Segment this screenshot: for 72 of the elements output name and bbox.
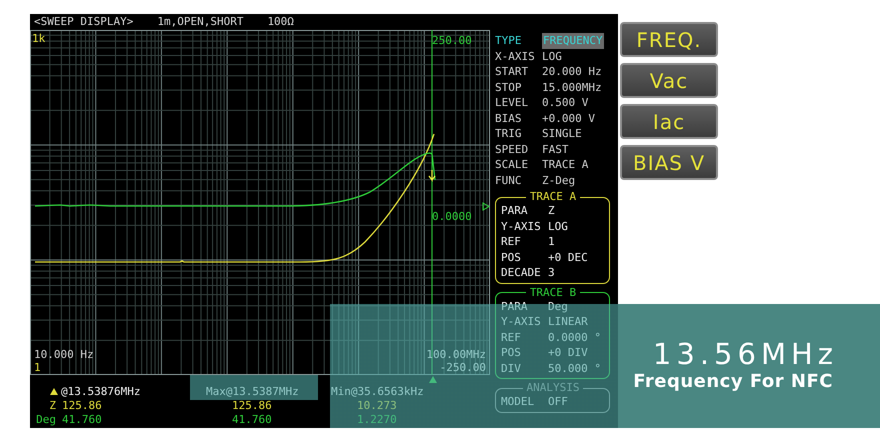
readout-value: 125.86 — [231, 398, 272, 414]
setting-value: FREQUENCY — [542, 33, 604, 48]
section-title: TRACE B — [528, 286, 578, 298]
setting-value: OFF — [548, 394, 568, 410]
setting-label: LEVEL — [495, 95, 530, 110]
setting-value: TRACE A — [542, 157, 588, 172]
range-label: 100Ω — [267, 14, 294, 30]
setting-value: FAST — [542, 142, 568, 157]
setting-label: POS — [501, 250, 522, 265]
setting-label: Y-AXIS — [501, 218, 542, 234]
setting-value: +0 DEC — [548, 250, 588, 265]
marker-frequency: Min@35.6563kHz — [331, 384, 424, 398]
setting-label: SCALE — [495, 157, 530, 172]
setting-label: REF — [501, 330, 522, 345]
section-title: ANALYSIS — [526, 382, 580, 394]
softkey-button[interactable]: FREQ. — [620, 22, 718, 57]
marker-frequency: @13.53876MHz — [61, 384, 140, 398]
trace-marker-label: 1 — [34, 361, 41, 374]
setting-value: 15.000MHz — [542, 80, 602, 95]
setting-value: LOG — [548, 218, 568, 234]
axis-min-label: -250.00 — [440, 361, 486, 374]
softkey-button[interactable]: BIAS V — [620, 145, 718, 180]
setting-label: MODEL — [501, 394, 536, 410]
marker-triangle-icon — [50, 388, 58, 395]
setting-value: Z-Deg — [542, 172, 576, 188]
setting-label: START — [495, 64, 530, 80]
readout-value: 41.760 — [61, 413, 102, 428]
correction-label: 1m,OPEN,SHORT — [157, 14, 244, 30]
setting-value: +0.000 V — [542, 110, 595, 126]
setting-label: DECADE — [501, 265, 542, 280]
setting-value: +0 DIV — [548, 345, 588, 360]
setting-label: Y-AXIS — [501, 314, 542, 330]
screen-title: <SWEEP DISPLAY> — [34, 14, 134, 30]
setting-label: STOP — [495, 80, 522, 95]
setting-label: DIV — [501, 360, 522, 376]
setting-label: TRIG — [495, 126, 522, 142]
setting-value: SINGLE — [542, 126, 582, 142]
setting-label: TYPE — [495, 33, 522, 48]
setting-value: 1 — [548, 234, 555, 250]
readout-label: Z — [49, 398, 57, 414]
reference-label: 0.0000 — [432, 210, 472, 223]
setting-label: POS — [501, 345, 522, 360]
marker-frequency: Max@13.5387MHz — [206, 384, 299, 398]
axis-max-label: 1k — [32, 32, 46, 45]
setting-value: 50.000 ° — [548, 360, 601, 376]
softkey-button[interactable]: Vac — [620, 63, 718, 98]
setting-value: 20.000 Hz — [542, 64, 602, 80]
setting-value: 0.500 V — [542, 95, 588, 110]
start-frequency-label: 10.000 Hz — [34, 348, 94, 361]
setting-label: X-AXIS — [495, 48, 536, 64]
setting-value: 3 — [548, 265, 555, 280]
setting-label: FUNC — [495, 172, 522, 188]
banner-title: 13.56MHz — [652, 337, 838, 371]
setting-value: LOG — [542, 48, 562, 64]
readout-label: Deg — [36, 413, 57, 428]
banner-subtitle: Frequency For NFC — [633, 371, 833, 393]
reference-pointer-icon — [482, 202, 490, 211]
setting-label: REF — [501, 234, 522, 250]
readout-value: 10.273 — [356, 398, 397, 414]
softkey-button[interactable]: Iac — [620, 104, 718, 139]
setting-value: Z — [548, 203, 555, 218]
axis-max-label: 250.00 — [432, 34, 472, 47]
cursor-arrow-icon — [428, 169, 436, 182]
readout-value: 125.86 — [61, 398, 102, 414]
setting-label: PARA — [501, 203, 528, 218]
setting-label: BIAS — [495, 110, 522, 126]
readout-value: 41.760 — [231, 413, 272, 428]
setting-label: SPEED — [495, 142, 530, 157]
readout-value: 1.2270 — [356, 413, 397, 428]
setting-value: LINEAR — [548, 314, 588, 330]
setting-value: 0.0000 ° — [548, 330, 601, 345]
section-title: TRACE A — [528, 191, 578, 203]
